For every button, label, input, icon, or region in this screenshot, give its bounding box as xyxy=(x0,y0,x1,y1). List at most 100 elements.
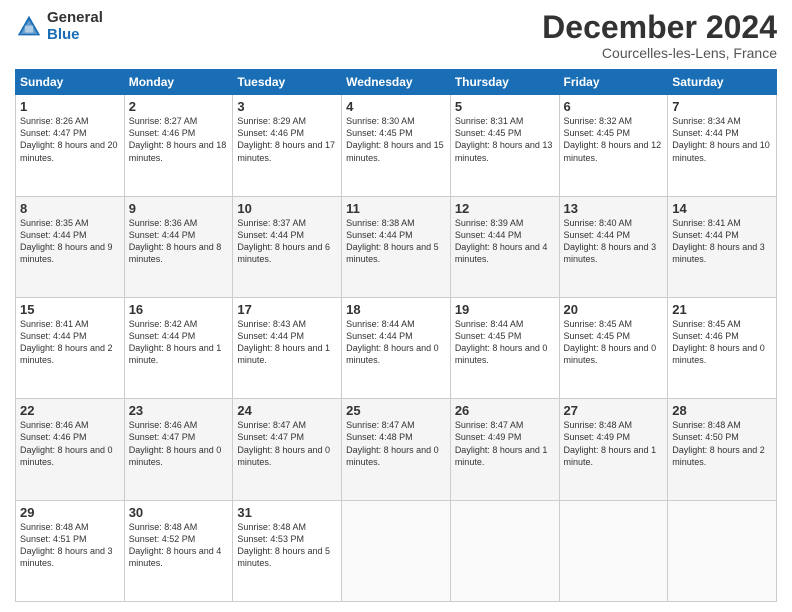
day-number: 14 xyxy=(672,201,772,216)
day-number: 9 xyxy=(129,201,229,216)
day-number: 25 xyxy=(346,403,446,418)
page: General Blue December 2024 Courcelles-le… xyxy=(0,0,792,612)
calendar-cell: 2 Sunrise: 8:27 AMSunset: 4:46 PMDayligh… xyxy=(124,95,233,196)
month-title: December 2024 xyxy=(542,10,777,45)
calendar-cell: 28 Sunrise: 8:48 AMSunset: 4:50 PMDaylig… xyxy=(668,399,777,500)
calendar-cell xyxy=(559,500,668,601)
calendar-cell: 6 Sunrise: 8:32 AMSunset: 4:45 PMDayligh… xyxy=(559,95,668,196)
calendar-week-3: 15 Sunrise: 8:41 AMSunset: 4:44 PMDaylig… xyxy=(16,297,777,398)
calendar-cell: 24 Sunrise: 8:47 AMSunset: 4:47 PMDaylig… xyxy=(233,399,342,500)
day-info: Sunrise: 8:38 AMSunset: 4:44 PMDaylight:… xyxy=(346,218,439,264)
day-number: 27 xyxy=(564,403,664,418)
day-info: Sunrise: 8:26 AMSunset: 4:47 PMDaylight:… xyxy=(20,116,118,162)
title-block: December 2024 Courcelles-les-Lens, Franc… xyxy=(542,10,777,61)
calendar-cell xyxy=(342,500,451,601)
day-number: 16 xyxy=(129,302,229,317)
header: General Blue December 2024 Courcelles-le… xyxy=(15,10,777,61)
header-thursday: Thursday xyxy=(450,70,559,95)
day-number: 31 xyxy=(237,505,337,520)
header-saturday: Saturday xyxy=(668,70,777,95)
day-info: Sunrise: 8:45 AMSunset: 4:46 PMDaylight:… xyxy=(672,319,765,365)
logo-blue-text: Blue xyxy=(47,27,103,44)
day-number: 17 xyxy=(237,302,337,317)
day-number: 23 xyxy=(129,403,229,418)
calendar-cell: 4 Sunrise: 8:30 AMSunset: 4:45 PMDayligh… xyxy=(342,95,451,196)
day-info: Sunrise: 8:31 AMSunset: 4:45 PMDaylight:… xyxy=(455,116,553,162)
calendar-cell: 12 Sunrise: 8:39 AMSunset: 4:44 PMDaylig… xyxy=(450,196,559,297)
header-friday: Friday xyxy=(559,70,668,95)
day-number: 18 xyxy=(346,302,446,317)
calendar-cell: 1 Sunrise: 8:26 AMSunset: 4:47 PMDayligh… xyxy=(16,95,125,196)
calendar-cell: 15 Sunrise: 8:41 AMSunset: 4:44 PMDaylig… xyxy=(16,297,125,398)
header-wednesday: Wednesday xyxy=(342,70,451,95)
day-info: Sunrise: 8:47 AMSunset: 4:49 PMDaylight:… xyxy=(455,420,548,466)
day-info: Sunrise: 8:43 AMSunset: 4:44 PMDaylight:… xyxy=(237,319,330,365)
day-number: 4 xyxy=(346,99,446,114)
calendar-cell: 21 Sunrise: 8:45 AMSunset: 4:46 PMDaylig… xyxy=(668,297,777,398)
calendar-cell: 3 Sunrise: 8:29 AMSunset: 4:46 PMDayligh… xyxy=(233,95,342,196)
calendar-cell: 8 Sunrise: 8:35 AMSunset: 4:44 PMDayligh… xyxy=(16,196,125,297)
day-number: 11 xyxy=(346,201,446,216)
logo-icon xyxy=(15,13,43,41)
day-number: 21 xyxy=(672,302,772,317)
calendar-cell: 18 Sunrise: 8:44 AMSunset: 4:44 PMDaylig… xyxy=(342,297,451,398)
day-number: 24 xyxy=(237,403,337,418)
calendar: Sunday Monday Tuesday Wednesday Thursday… xyxy=(15,69,777,602)
day-info: Sunrise: 8:41 AMSunset: 4:44 PMDaylight:… xyxy=(20,319,113,365)
header-monday: Monday xyxy=(124,70,233,95)
day-number: 28 xyxy=(672,403,772,418)
calendar-week-4: 22 Sunrise: 8:46 AMSunset: 4:46 PMDaylig… xyxy=(16,399,777,500)
calendar-cell: 10 Sunrise: 8:37 AMSunset: 4:44 PMDaylig… xyxy=(233,196,342,297)
day-info: Sunrise: 8:47 AMSunset: 4:48 PMDaylight:… xyxy=(346,420,439,466)
day-info: Sunrise: 8:30 AMSunset: 4:45 PMDaylight:… xyxy=(346,116,444,162)
calendar-cell: 11 Sunrise: 8:38 AMSunset: 4:44 PMDaylig… xyxy=(342,196,451,297)
day-number: 29 xyxy=(20,505,120,520)
day-info: Sunrise: 8:48 AMSunset: 4:49 PMDaylight:… xyxy=(564,420,657,466)
day-info: Sunrise: 8:46 AMSunset: 4:46 PMDaylight:… xyxy=(20,420,113,466)
day-info: Sunrise: 8:36 AMSunset: 4:44 PMDaylight:… xyxy=(129,218,222,264)
calendar-cell: 31 Sunrise: 8:48 AMSunset: 4:53 PMDaylig… xyxy=(233,500,342,601)
day-number: 12 xyxy=(455,201,555,216)
day-number: 6 xyxy=(564,99,664,114)
calendar-cell: 23 Sunrise: 8:46 AMSunset: 4:47 PMDaylig… xyxy=(124,399,233,500)
day-info: Sunrise: 8:45 AMSunset: 4:45 PMDaylight:… xyxy=(564,319,657,365)
day-number: 1 xyxy=(20,99,120,114)
day-info: Sunrise: 8:48 AMSunset: 4:50 PMDaylight:… xyxy=(672,420,765,466)
calendar-week-2: 8 Sunrise: 8:35 AMSunset: 4:44 PMDayligh… xyxy=(16,196,777,297)
day-number: 8 xyxy=(20,201,120,216)
day-info: Sunrise: 8:34 AMSunset: 4:44 PMDaylight:… xyxy=(672,116,770,162)
day-info: Sunrise: 8:41 AMSunset: 4:44 PMDaylight:… xyxy=(672,218,765,264)
day-info: Sunrise: 8:35 AMSunset: 4:44 PMDaylight:… xyxy=(20,218,113,264)
calendar-header-row: Sunday Monday Tuesday Wednesday Thursday… xyxy=(16,70,777,95)
day-info: Sunrise: 8:37 AMSunset: 4:44 PMDaylight:… xyxy=(237,218,330,264)
day-number: 3 xyxy=(237,99,337,114)
calendar-week-5: 29 Sunrise: 8:48 AMSunset: 4:51 PMDaylig… xyxy=(16,500,777,601)
day-number: 19 xyxy=(455,302,555,317)
day-number: 26 xyxy=(455,403,555,418)
day-info: Sunrise: 8:46 AMSunset: 4:47 PMDaylight:… xyxy=(129,420,222,466)
calendar-cell: 20 Sunrise: 8:45 AMSunset: 4:45 PMDaylig… xyxy=(559,297,668,398)
calendar-cell: 26 Sunrise: 8:47 AMSunset: 4:49 PMDaylig… xyxy=(450,399,559,500)
day-info: Sunrise: 8:27 AMSunset: 4:46 PMDaylight:… xyxy=(129,116,227,162)
calendar-cell: 25 Sunrise: 8:47 AMSunset: 4:48 PMDaylig… xyxy=(342,399,451,500)
day-number: 22 xyxy=(20,403,120,418)
calendar-cell: 7 Sunrise: 8:34 AMSunset: 4:44 PMDayligh… xyxy=(668,95,777,196)
day-info: Sunrise: 8:47 AMSunset: 4:47 PMDaylight:… xyxy=(237,420,330,466)
calendar-cell: 14 Sunrise: 8:41 AMSunset: 4:44 PMDaylig… xyxy=(668,196,777,297)
day-info: Sunrise: 8:48 AMSunset: 4:51 PMDaylight:… xyxy=(20,522,113,568)
day-number: 10 xyxy=(237,201,337,216)
calendar-cell: 5 Sunrise: 8:31 AMSunset: 4:45 PMDayligh… xyxy=(450,95,559,196)
calendar-cell xyxy=(450,500,559,601)
logo-text: General Blue xyxy=(47,10,103,43)
calendar-cell: 30 Sunrise: 8:48 AMSunset: 4:52 PMDaylig… xyxy=(124,500,233,601)
day-number: 2 xyxy=(129,99,229,114)
day-info: Sunrise: 8:29 AMSunset: 4:46 PMDaylight:… xyxy=(237,116,335,162)
calendar-cell: 16 Sunrise: 8:42 AMSunset: 4:44 PMDaylig… xyxy=(124,297,233,398)
calendar-cell: 9 Sunrise: 8:36 AMSunset: 4:44 PMDayligh… xyxy=(124,196,233,297)
calendar-cell: 19 Sunrise: 8:44 AMSunset: 4:45 PMDaylig… xyxy=(450,297,559,398)
day-info: Sunrise: 8:32 AMSunset: 4:45 PMDaylight:… xyxy=(564,116,662,162)
day-number: 7 xyxy=(672,99,772,114)
day-number: 30 xyxy=(129,505,229,520)
day-info: Sunrise: 8:39 AMSunset: 4:44 PMDaylight:… xyxy=(455,218,548,264)
logo: General Blue xyxy=(15,10,103,43)
